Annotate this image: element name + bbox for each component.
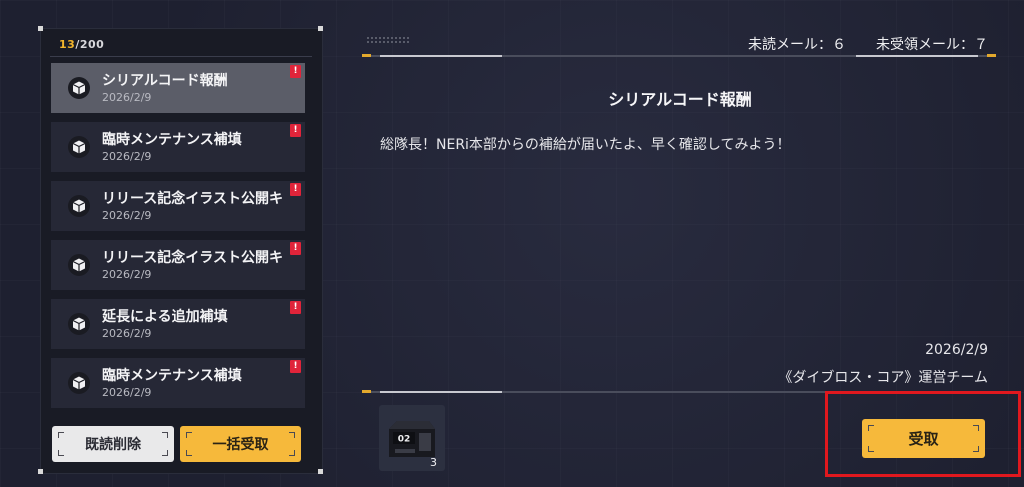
button-corner-bracket xyxy=(162,432,168,438)
claim-all-button[interactable]: 一括受取 xyxy=(180,426,301,462)
button-corner-bracket xyxy=(289,450,295,456)
divider-cap xyxy=(987,54,996,57)
mail-sender: 《ダイブロス・コア》運営チーム xyxy=(778,370,988,386)
mail-item-title: リリース記念イラスト公開キ xyxy=(102,250,284,266)
reward-item[interactable]: 02 3 xyxy=(379,405,445,471)
mail-item-title: 延長による追加補填 xyxy=(102,309,228,325)
unread-badge: ! xyxy=(290,65,301,78)
mail-sent-date: 2026/2/9 xyxy=(925,342,988,358)
panel-corner-mark xyxy=(38,469,43,474)
button-corner-bracket xyxy=(186,432,192,438)
divider xyxy=(50,56,312,57)
package-icon xyxy=(68,195,90,217)
divider-cap xyxy=(362,54,371,57)
package-icon xyxy=(68,136,90,158)
package-icon xyxy=(68,77,90,99)
mail-counter-total: 200 xyxy=(79,38,105,51)
mail-list-item[interactable]: シリアルコード報酬 2026/2/9 ! xyxy=(51,63,305,113)
mail-body: 総隊長！NERi本部からの補給が届いたよ、早く確認してみよう！ xyxy=(380,137,791,153)
button-corner-bracket xyxy=(289,432,295,438)
delete-read-button[interactable]: 既読削除 xyxy=(52,426,174,462)
package-icon xyxy=(68,254,90,276)
panel-corner-mark xyxy=(318,26,323,31)
panel-corner-mark xyxy=(38,26,43,31)
unread-badge: ! xyxy=(290,242,301,255)
divider-cap xyxy=(362,390,371,393)
unread-badge: ! xyxy=(290,360,301,373)
mail-list-item[interactable]: 臨時メンテナンス補填 2026/2/9 ! xyxy=(51,122,305,172)
divider-highlight xyxy=(856,55,978,57)
highlight-box xyxy=(825,391,1021,477)
button-corner-bracket xyxy=(58,432,64,438)
mail-item-date: 2026/2/9 xyxy=(102,150,152,163)
mail-counter: 13/200 xyxy=(59,38,104,51)
divider-highlight xyxy=(380,391,502,393)
button-corner-bracket xyxy=(186,450,192,456)
mail-item-date: 2026/2/9 xyxy=(102,327,152,340)
mail-list: シリアルコード報酬 2026/2/9 ! 臨時メンテナンス補填 2026/2/9… xyxy=(51,63,305,417)
crate-label: 02 xyxy=(398,435,411,445)
panel-corner-mark xyxy=(318,469,323,474)
mail-item-date: 2026/2/9 xyxy=(102,386,152,399)
divider xyxy=(362,55,996,57)
mail-stats: 未読メール：６ 未受領メール：７ xyxy=(748,34,988,54)
reward-quantity: 3 xyxy=(430,456,437,469)
unclaimed-count: 未受領メール：７ xyxy=(876,37,988,53)
unread-count: 未読メール：６ xyxy=(748,37,846,53)
button-corner-bracket xyxy=(58,450,64,456)
button-corner-bracket xyxy=(162,450,168,456)
delete-read-button-label: 既読削除 xyxy=(85,437,141,453)
mail-item-title: リリース記念イラスト公開キ xyxy=(102,191,284,207)
divider-highlight xyxy=(380,55,502,57)
mail-item-title: 臨時メンテナンス補填 xyxy=(102,368,242,384)
mail-item-date: 2026/2/9 xyxy=(102,268,152,281)
mail-item-date: 2026/2/9 xyxy=(102,209,152,222)
unread-badge: ! xyxy=(290,183,301,196)
mail-item-title: シリアルコード報酬 xyxy=(102,73,228,89)
mail-counter-current: 13 xyxy=(59,38,76,51)
package-icon xyxy=(68,313,90,335)
unread-badge: ! xyxy=(290,124,301,137)
unread-badge: ! xyxy=(290,301,301,314)
decorative-dot-grid xyxy=(366,36,410,44)
mail-list-item[interactable]: 臨時メンテナンス補填 2026/2/9 ! xyxy=(51,358,305,408)
mail-list-item[interactable]: リリース記念イラスト公開キ 2026/2/9 ! xyxy=(51,181,305,231)
mail-list-item[interactable]: 延長による追加補填 2026/2/9 ! xyxy=(51,299,305,349)
mail-subject: シリアルコード報酬 xyxy=(608,90,752,109)
mail-item-title: 臨時メンテナンス補填 xyxy=(102,132,242,148)
mail-item-date: 2026/2/9 xyxy=(102,91,152,104)
package-icon xyxy=(68,372,90,394)
mail-list-item[interactable]: リリース記念イラスト公開キ 2026/2/9 ! xyxy=(51,240,305,290)
claim-all-button-label: 一括受取 xyxy=(212,437,269,453)
